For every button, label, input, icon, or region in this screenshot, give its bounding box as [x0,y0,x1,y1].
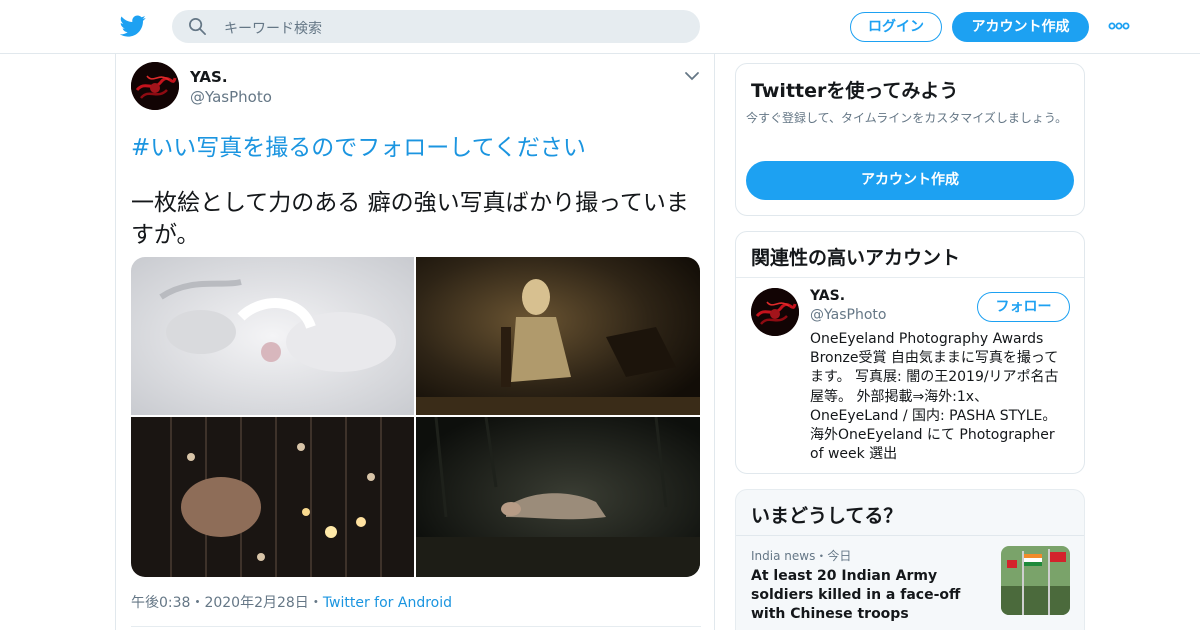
follow-button[interactable]: フォロー [977,292,1070,322]
search-icon [189,18,206,35]
signup-button[interactable]: アカウント作成 [952,12,1089,42]
trend-headline[interactable]: At least 20 Indian Army soldiers killed … [751,567,986,624]
create-account-button[interactable]: アカウント作成 [746,161,1074,200]
related-account-name[interactable]: YAS. [810,288,845,304]
tweet-photo-grid[interactable] [131,257,700,577]
tweet-date: 2020年2月28日 [204,595,309,611]
related-account-bio: OneEyeland Photography Awards Bronze受賞 自… [810,331,1064,463]
login-button[interactable]: ログイン [850,12,942,42]
related-card-title: 関連性の高いアカウント [751,247,961,269]
top-navigation-bar: キーワード検索 ログイン アカウント作成 [0,0,1200,54]
chevron-down-icon[interactable] [684,70,700,82]
signup-card-title: Twitterを使ってみよう [751,80,959,102]
caged-candles-photo[interactable] [131,417,414,577]
meta-separator: ・ [815,549,828,563]
trend-thumbnail[interactable] [1001,546,1070,615]
tweet-text: 一枚絵として力のある 癖の強い写真ばかり撮っていますが。 [131,190,689,248]
white-scene-photo[interactable] [131,257,414,415]
more-options-icon[interactable] [1108,19,1130,33]
tweet-hashtag-link[interactable]: #いい写真を撮るのでフォローしてください [131,128,586,162]
divider [736,277,1084,278]
related-account-handle[interactable]: @YasPhoto [810,307,886,323]
trend-time: 今日 [827,549,852,563]
signup-card-subtitle: 今すぐ登録して、タイムラインをカスタマイズしましょう。 [746,111,1068,125]
twitter-bird-icon[interactable] [120,13,146,39]
meta-separator: ・ [190,595,205,611]
divider [131,626,701,627]
avatar[interactable] [131,62,179,110]
forest-floor-photo[interactable] [416,417,700,577]
signup-card: Twitterを使ってみよう 今すぐ登録して、タイムラインをカスタマイズしましょ… [735,63,1085,216]
search-placeholder: キーワード検索 [224,21,322,37]
related-accounts-card: 関連性の高いアカウント YAS. @YasPhoto フォロー OneEyela… [735,231,1085,474]
trend-source: India news・今日 [751,547,851,564]
trends-card: いまどうしてる？ India news・今日 At least 20 India… [735,489,1085,630]
trends-card-title: いまどうしてる？ [751,505,903,527]
tweet-detail: YAS. @YasPhoto #いい写真を撮るのでフォローしてください 一枚絵と… [115,54,715,630]
search-bar[interactable]: キーワード検索 [172,10,700,43]
avatar[interactable] [751,288,799,336]
tweet-meta: 午後0:38・2020年2月28日・Twitter for Android [131,592,452,612]
tweet-time: 午後0:38 [131,595,191,611]
tweet-source-link[interactable]: Twitter for Android [323,595,452,611]
tweet-display-name[interactable]: YAS. [190,68,228,86]
dark-room-doll-photo[interactable] [416,257,700,415]
meta-separator: ・ [308,595,323,611]
tweet-handle[interactable]: @YasPhoto [190,88,272,106]
trend-source-name: India news [751,549,816,563]
divider [736,535,1084,536]
